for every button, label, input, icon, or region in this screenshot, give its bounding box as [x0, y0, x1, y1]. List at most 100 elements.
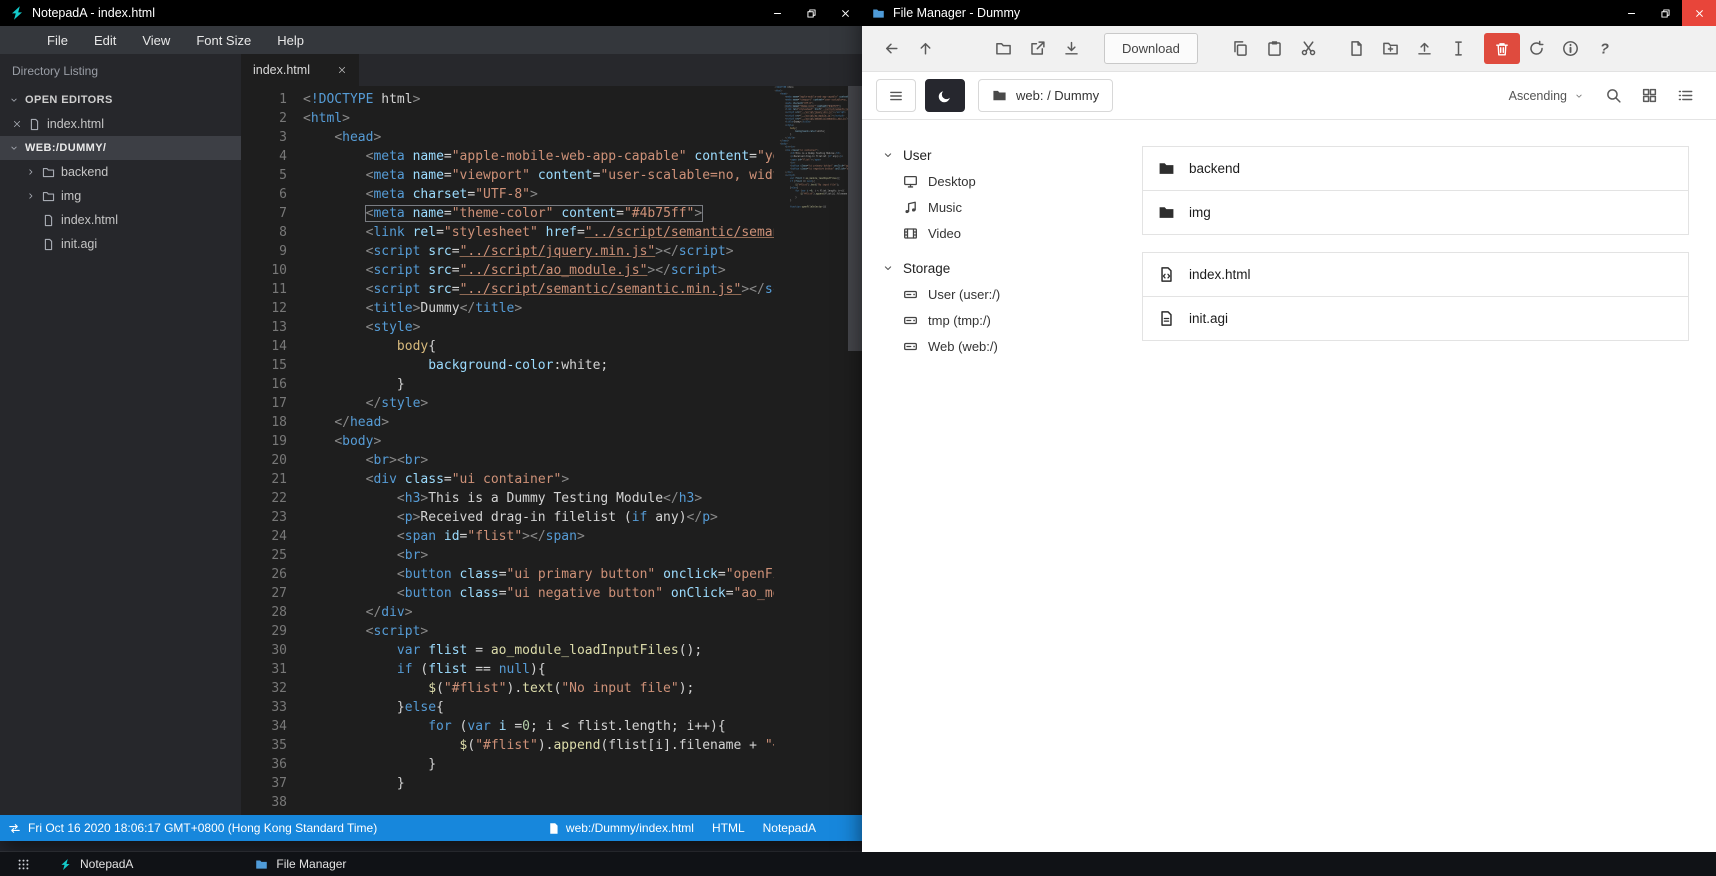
sidebar-group-header[interactable]: Storage [882, 255, 1112, 281]
sidebar-item[interactable]: Video [882, 220, 1112, 246]
status-language[interactable]: HTML [712, 821, 745, 835]
sidebar-item[interactable]: Music [882, 194, 1112, 220]
open-editors-section[interactable]: OPEN EDITORS [0, 88, 241, 112]
tree-item[interactable]: index.html [0, 208, 241, 232]
open-in-new-button[interactable] [1020, 32, 1054, 66]
scrollbar-thumb[interactable] [848, 86, 862, 351]
copy-button[interactable] [1224, 32, 1258, 66]
open-editor-item[interactable]: index.html [0, 112, 241, 136]
taskbar: NotepadA File Manager [0, 852, 1716, 876]
file-name: init.agi [1189, 311, 1229, 326]
file-row[interactable]: index.html [1142, 252, 1689, 297]
workspace-label: WEB:/DUMMY/ [25, 142, 107, 154]
code-text: <br><br> [365, 453, 429, 468]
code-editor[interactable]: 1 <!DOCTYPE html> 2 <html> 3 <head> 4 <m… [241, 86, 862, 815]
file-row[interactable]: backend [1142, 146, 1689, 191]
line-number: 32 [271, 681, 287, 696]
file-row[interactable]: init.agi [1142, 296, 1689, 341]
window-controls [760, 0, 862, 26]
list-view-button[interactable] [1668, 79, 1702, 113]
restore-button[interactable] [1648, 0, 1682, 26]
code-line: 1 <!DOCTYPE html> [241, 90, 774, 109]
dark-mode-toggle[interactable] [925, 79, 965, 112]
cut-button[interactable] [1292, 32, 1326, 66]
code-text: body{ [396, 339, 437, 354]
code-text: var flist = ao_module_loadInputFiles(); [396, 643, 703, 658]
sidebar-item[interactable]: User (user:/) [882, 281, 1112, 307]
rename-button[interactable] [1442, 32, 1476, 66]
file-row[interactable]: img [1142, 190, 1689, 235]
minimize-button[interactable] [1614, 0, 1648, 26]
app-launcher-button[interactable] [0, 852, 46, 876]
new-file-button[interactable] [1340, 32, 1374, 66]
toolbar: Download ? [862, 26, 1716, 72]
chevron-down-icon [882, 262, 894, 274]
close-button[interactable] [828, 0, 862, 26]
upload-button[interactable] [1408, 32, 1442, 66]
up-button[interactable] [908, 32, 942, 66]
notepada-logo-icon [9, 5, 25, 21]
taskbar-item-file-manager[interactable]: File Manager [242, 852, 359, 876]
code-text: <meta charset="UTF-8"> [365, 187, 538, 202]
sidebar-item[interactable]: Desktop [882, 168, 1112, 194]
minimize-button[interactable] [760, 0, 794, 26]
file-manager-logo-icon [255, 858, 268, 871]
code-line: 5 <meta name="viewport" content="user-sc… [241, 166, 774, 185]
back-button[interactable] [874, 32, 908, 66]
code-line: 18 </head> [241, 413, 774, 432]
download-icon-button[interactable] [1054, 32, 1088, 66]
sidebar-item[interactable]: tmp (tmp:/) [882, 307, 1112, 333]
line-number: 8 [279, 225, 287, 240]
restore-button[interactable] [794, 0, 828, 26]
minimap[interactable]: 1 <!DOCTYPE html> 2 <html> 3 < [774, 86, 848, 815]
grid-view-button[interactable] [1632, 79, 1666, 113]
taskbar-item-notepada[interactable]: NotepadA [46, 852, 146, 876]
nav-group [874, 32, 942, 66]
search-button[interactable] [1596, 79, 1630, 113]
sort-dropdown[interactable]: Ascending [1509, 89, 1584, 103]
close-button[interactable] [1682, 0, 1716, 26]
refresh-button[interactable] [1520, 32, 1554, 66]
tree-item[interactable]: img [0, 184, 241, 208]
file-icon [1158, 310, 1175, 327]
download-button[interactable]: Download [1104, 33, 1198, 64]
taskbar-item-label: File Manager [276, 857, 347, 871]
close-icon[interactable] [12, 119, 22, 129]
sort-label: Ascending [1508, 88, 1567, 103]
sidebar-item[interactable]: Web (web:/) [882, 333, 1112, 359]
file-icon [28, 118, 41, 131]
code-line: 7 <meta name="theme-color" content="#4b7… [241, 204, 774, 223]
open-button[interactable] [986, 32, 1020, 66]
delete-button[interactable] [1483, 33, 1520, 64]
open-editor-label: index.html [47, 117, 104, 131]
tree-item-label: init.agi [61, 237, 98, 251]
code-line: 38 [241, 793, 774, 812]
info-button[interactable] [1554, 32, 1588, 66]
tab-close-icon[interactable] [337, 65, 347, 75]
menu-button[interactable] [876, 79, 916, 112]
tree-item[interactable]: backend [0, 160, 241, 184]
help-button[interactable]: ? [1588, 32, 1622, 66]
breadcrumb[interactable]: web: / Dummy [978, 79, 1114, 112]
line-number: 12 [271, 301, 287, 316]
copy-icon [1232, 40, 1249, 57]
menu-item[interactable]: Edit [81, 26, 129, 54]
tree-item[interactable]: init.agi [0, 232, 241, 256]
file-group: index.html init.agi [1142, 252, 1689, 341]
new-folder-button[interactable] [1374, 32, 1408, 66]
tab-index-html[interactable]: index.html [241, 54, 359, 86]
menu-item[interactable]: File [34, 26, 81, 54]
line-number: 11 [271, 282, 287, 297]
minimize-icon [772, 8, 783, 19]
menu-item[interactable]: Help [264, 26, 317, 54]
code-text: <!DOCTYPE html> [303, 92, 421, 107]
scrollbar[interactable] [848, 86, 862, 815]
menu-item[interactable]: Font Size [183, 26, 264, 54]
line-number: 22 [271, 491, 287, 506]
line-number: 25 [271, 548, 287, 563]
list-view-icon [1677, 87, 1694, 104]
menu-item[interactable]: View [129, 26, 183, 54]
sidebar-group-header[interactable]: User [882, 142, 1112, 168]
workspace-root[interactable]: WEB:/DUMMY/ [0, 136, 241, 160]
paste-button[interactable] [1258, 32, 1292, 66]
